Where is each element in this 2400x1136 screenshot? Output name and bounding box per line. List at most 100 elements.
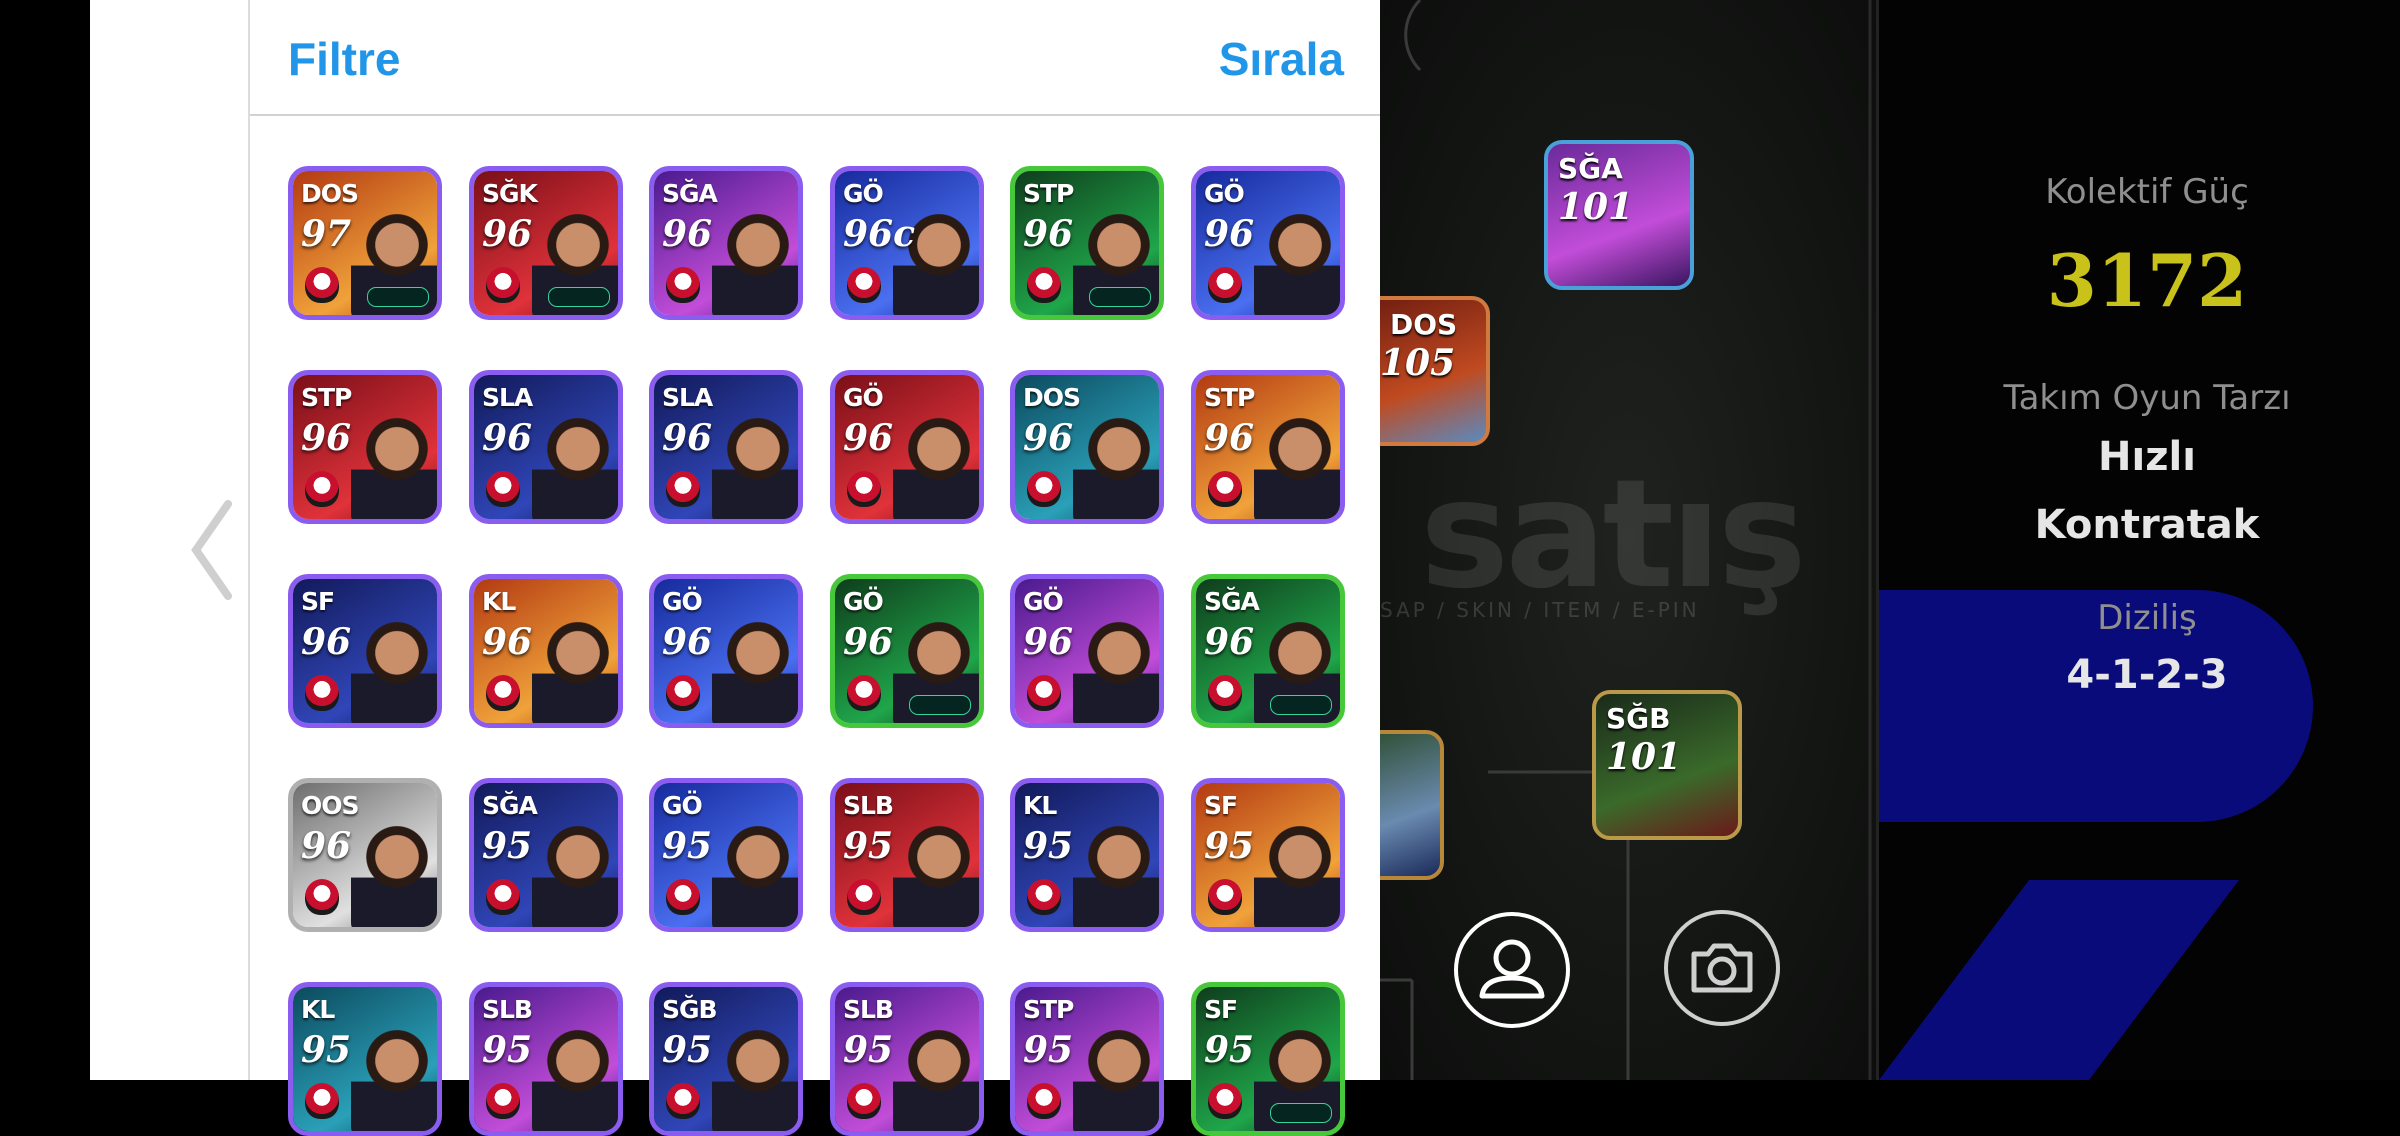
player-card[interactable]: DOS 96 xyxy=(1010,370,1164,524)
card-rating: 96 xyxy=(662,213,713,255)
player-card[interactable]: SĞB 95 xyxy=(649,982,803,1136)
pitch-player-card[interactable] xyxy=(1380,730,1444,880)
player-card[interactable]: KL 96 xyxy=(469,574,623,728)
club-badge-icon xyxy=(305,471,339,507)
player-card[interactable]: SLB 95 xyxy=(469,982,623,1136)
card-position: SĞA xyxy=(482,791,538,820)
card-position: STP xyxy=(1204,383,1255,412)
player-card[interactable]: STP 95 xyxy=(1010,982,1164,1136)
player-card[interactable]: OOS 96 xyxy=(288,778,442,932)
player-portrait xyxy=(1073,413,1159,519)
card-position: GÖ xyxy=(843,179,884,208)
card-position: SĞB xyxy=(1606,702,1671,735)
player-portrait xyxy=(532,821,618,927)
club-badge-icon xyxy=(847,471,881,507)
club-badge-icon xyxy=(847,267,881,303)
player-card[interactable]: STP 96 xyxy=(288,370,442,524)
player-portrait xyxy=(351,617,437,723)
player-list-panel: Filtre Sırala DOS 97 SĞK 96 SĞA 96 GÖ 96c STP 96 G… xyxy=(248,0,1382,1136)
card-rating: 95 xyxy=(662,1029,713,1071)
card-rating: 96 xyxy=(1204,621,1255,663)
player-card[interactable]: GÖ 96 xyxy=(1191,166,1345,320)
player-card[interactable]: SLA 96 xyxy=(649,370,803,524)
card-position: SĞK xyxy=(482,179,538,208)
player-card[interactable]: SF 95 xyxy=(1191,778,1345,932)
card-position: SLA xyxy=(482,383,533,412)
player-card[interactable]: SLB 95 xyxy=(830,982,984,1136)
card-rating: 96 xyxy=(843,621,894,663)
player-card[interactable]: GÖ 96 xyxy=(830,370,984,524)
card-rating: 95 xyxy=(1023,1029,1074,1071)
card-position: SLA xyxy=(662,383,713,412)
club-badge-icon xyxy=(486,267,520,303)
card-position: GÖ xyxy=(843,383,884,412)
card-position: GÖ xyxy=(1023,587,1064,616)
club-badge-icon xyxy=(666,879,700,915)
pitch-player-card[interactable]: SĞA 101 xyxy=(1544,140,1694,290)
player-card[interactable]: DOS 97 xyxy=(288,166,442,320)
team-info-panel: Kolektif Güç 3172 Takım Oyun Tarzı Hızlı… xyxy=(1876,0,2400,1080)
club-badge-icon xyxy=(1027,471,1061,507)
player-card[interactable]: SĞK 96 xyxy=(469,166,623,320)
player-card[interactable]: KL 95 xyxy=(1010,778,1164,932)
player-card[interactable]: SF 95 xyxy=(1191,982,1345,1136)
club-badge-icon xyxy=(666,267,700,303)
club-badge-icon xyxy=(847,675,881,711)
player-card[interactable]: GÖ 96 xyxy=(1010,574,1164,728)
card-position: DOS xyxy=(1023,383,1081,412)
watermark-logo: satış xyxy=(1420,448,1807,622)
camera-button[interactable] xyxy=(1664,910,1780,1026)
player-card[interactable]: SĞA 96 xyxy=(1191,574,1345,728)
player-card[interactable]: STP 96 xyxy=(1191,370,1345,524)
card-rating: 96 xyxy=(1204,213,1255,255)
player-card[interactable]: GÖ 96 xyxy=(830,574,984,728)
card-position: SĞB xyxy=(662,995,718,1024)
pitch-player-card[interactable]: DOS 105 xyxy=(1380,296,1490,446)
card-rating: 97 xyxy=(301,213,352,255)
player-card[interactable]: SF 96 xyxy=(288,574,442,728)
card-rating: 95 xyxy=(1204,1029,1255,1071)
card-position: SLB xyxy=(482,995,533,1024)
card-rating: 101 xyxy=(1606,736,1682,778)
card-position: KL xyxy=(301,995,335,1024)
player-card[interactable]: SĞA 96 xyxy=(649,166,803,320)
card-skill-pill xyxy=(1270,695,1332,715)
club-badge-icon xyxy=(486,1083,520,1119)
team-photo-button[interactable] xyxy=(1454,912,1570,1028)
card-position: KL xyxy=(1023,791,1057,820)
card-position: GÖ xyxy=(662,587,703,616)
card-rating: 95 xyxy=(1023,825,1074,867)
card-position: SF xyxy=(1204,791,1238,820)
player-card[interactable]: GÖ 96 xyxy=(649,574,803,728)
player-card[interactable]: STP 96 xyxy=(1010,166,1164,320)
player-card[interactable]: GÖ 96c xyxy=(830,166,984,320)
watermark-tagline: SAP / SKIN / ITEM / E-PIN xyxy=(1380,598,1700,622)
club-badge-icon xyxy=(486,471,520,507)
collective-power-label: Kolektif Güç xyxy=(2045,172,2249,212)
club-badge-icon xyxy=(305,267,339,303)
card-rating: 101 xyxy=(1558,186,1634,228)
club-badge-icon xyxy=(847,1083,881,1119)
player-portrait xyxy=(532,1025,618,1131)
player-card[interactable]: GÖ 95 xyxy=(649,778,803,932)
card-position: DOS xyxy=(301,179,359,208)
card-position: STP xyxy=(1023,179,1074,208)
card-rating: 96 xyxy=(1023,417,1074,459)
card-rating: 95 xyxy=(482,825,533,867)
player-card[interactable]: SLA 96 xyxy=(469,370,623,524)
player-portrait xyxy=(712,209,798,315)
player-card[interactable]: SLB 95 xyxy=(830,778,984,932)
card-rating: 96 xyxy=(662,621,713,663)
card-rating: 96 xyxy=(1204,417,1255,459)
card-position: GÖ xyxy=(843,587,884,616)
card-rating: 96 xyxy=(662,417,713,459)
pitch-player-card[interactable]: SĞB 101 xyxy=(1592,690,1742,840)
player-card[interactable]: SĞA 95 xyxy=(469,778,623,932)
card-rating: 96 xyxy=(301,621,352,663)
player-card[interactable]: KL 95 xyxy=(288,982,442,1136)
chevron-left-icon[interactable] xyxy=(188,500,236,600)
club-badge-icon xyxy=(486,879,520,915)
card-skill-pill xyxy=(909,695,971,715)
player-portrait xyxy=(712,617,798,723)
player-portrait xyxy=(532,413,618,519)
